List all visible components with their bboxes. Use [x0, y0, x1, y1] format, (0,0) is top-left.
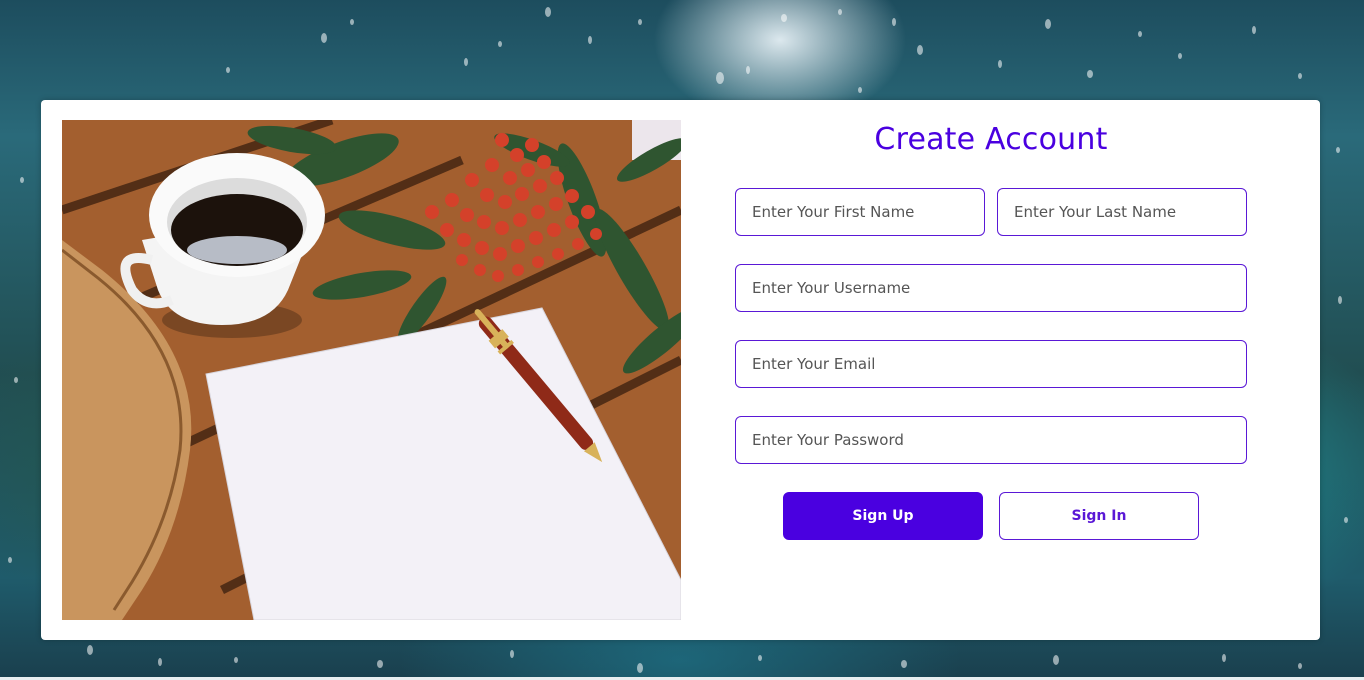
- username-input[interactable]: [735, 264, 1247, 312]
- coffee-paper-pen-photo: [62, 120, 681, 620]
- last-name-input[interactable]: [997, 188, 1247, 236]
- sign-up-button[interactable]: Sign Up: [783, 492, 983, 540]
- signup-card: Create Account Sign Up Sign In: [41, 100, 1320, 640]
- email-input[interactable]: [735, 340, 1247, 388]
- password-input[interactable]: [735, 416, 1247, 464]
- page-title: Create Account: [874, 122, 1108, 157]
- first-name-input[interactable]: [735, 188, 985, 236]
- sign-in-button[interactable]: Sign In: [999, 492, 1199, 540]
